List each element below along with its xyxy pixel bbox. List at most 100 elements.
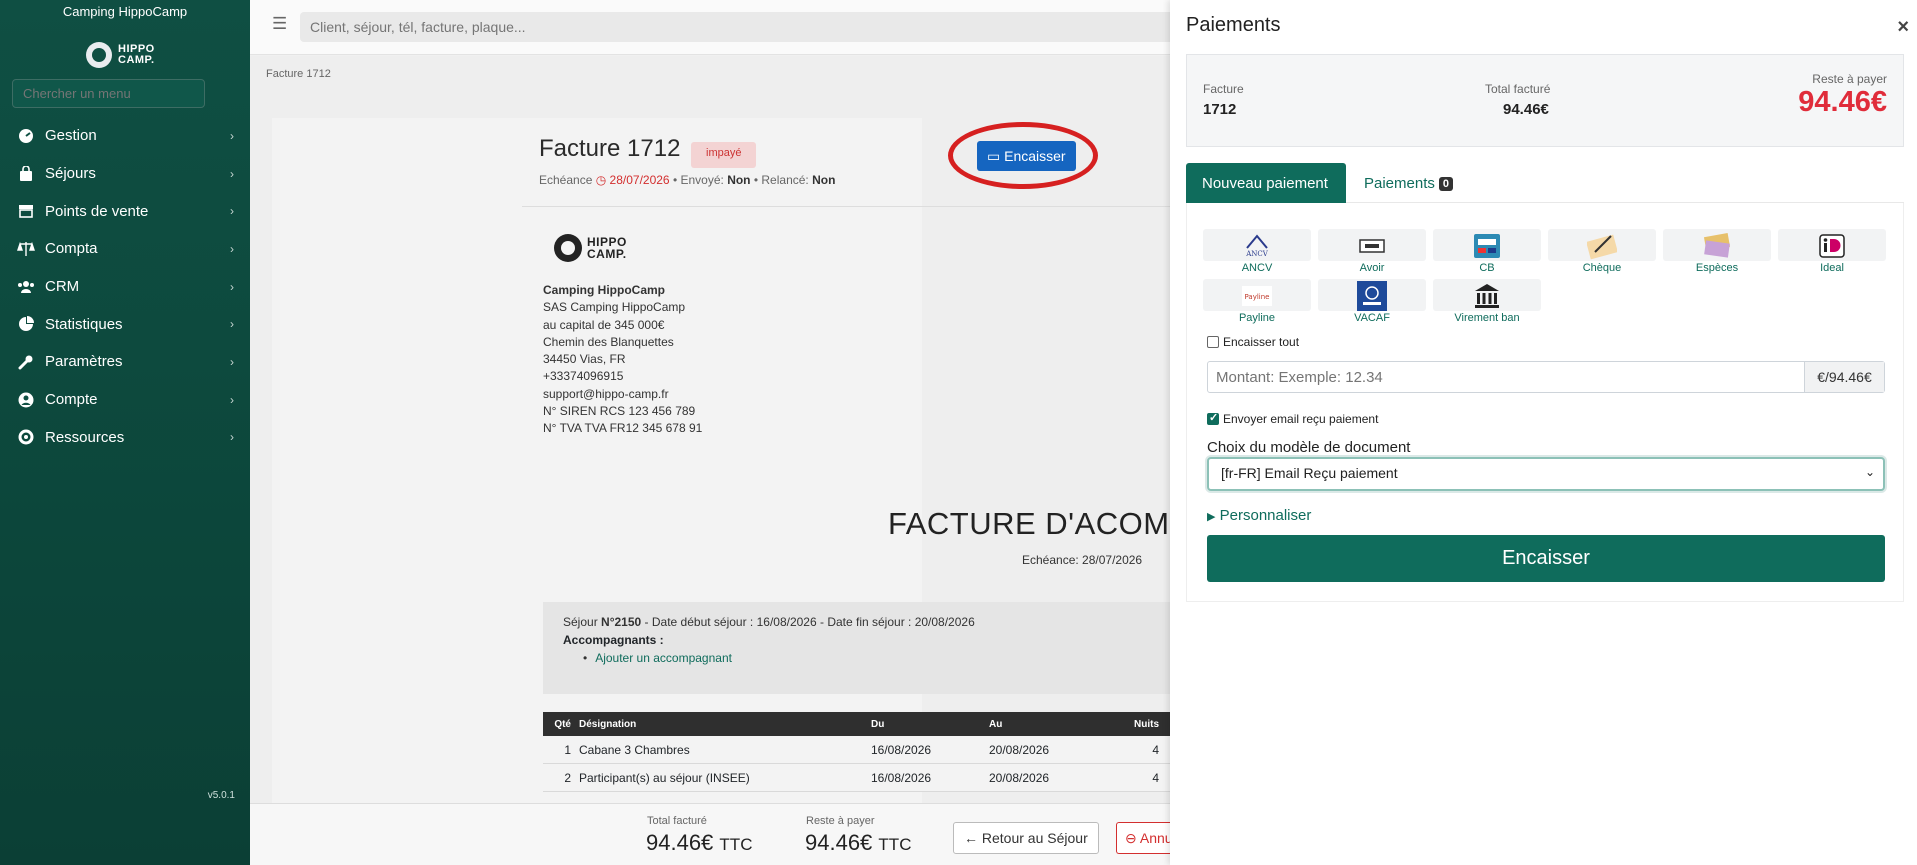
model-select-label: Choix du modèle de document [1207,439,1411,456]
amount-input[interactable] [1208,362,1804,392]
company-line: support@hippo-camp.fr [543,386,669,401]
company-line: SAS Camping HippoCamp [543,300,686,315]
sejour-line: Séjour N°2150 - Date début séjour : 16/0… [563,615,975,629]
envoye-value: Non [727,173,751,187]
sidebar-title: Camping HippoCamp [62,4,188,19]
personnaliser-toggle[interactable]: ▶ Personnaliser [1207,507,1311,524]
sidebar-item-label: Gestion [45,127,97,145]
cell-du: 16/08/2026 [871,770,932,785]
sidebar-item-points-de-vente[interactable]: Points de vente › [0,192,250,230]
chevron-right-icon: › [230,279,234,294]
bag-icon [17,165,35,183]
chevron-right-icon: › [230,430,234,445]
close-icon[interactable]: × [1897,16,1909,39]
method-label: Avoir [1359,262,1385,274]
invoice-table: Qté Désignation Du Au Nuits 1 Cabane 3 C… [543,712,1170,792]
tab-paiements[interactable]: Paiements 0 [1364,175,1453,192]
invoice-document [272,118,922,809]
add-accompagnant-link[interactable]: Ajouter un accompagnant [583,651,732,665]
sidebar-item-label: Compte [45,391,98,409]
global-search-input[interactable] [300,12,1180,42]
cell-au: 20/08/2026 [989,742,1050,757]
table-row: 1 Cabane 3 Chambres 16/08/2026 20/08/202… [543,736,1170,764]
sidebar-item-label: Paramètres [45,353,123,371]
method-label: CB [1479,262,1495,274]
method-cheque[interactable]: Chèque [1548,229,1656,274]
sidebar-item-label: Compta [45,240,98,258]
wrench-icon [17,353,35,371]
echeance-label: Echéance [539,173,593,187]
page-title: Facture 1712 [539,135,681,162]
total-value: 94.46€ TTC [646,830,752,856]
encaisser-tout-row[interactable]: Encaisser tout [1207,335,1299,349]
hamburger-icon[interactable]: ☰ [272,14,287,34]
retour-sejour-label: Retour au Séjour [981,830,1088,846]
sidebar-item-gestion[interactable]: Gestion › [0,117,250,155]
encaisser-tout-checkbox[interactable] [1207,336,1219,348]
hippo-logo-icon [554,234,582,262]
method-label: Ideal [1820,262,1844,274]
payments-panel: Paiements × Facture 1712 Total facturé 9… [1170,0,1917,865]
chevron-right-icon: › [230,166,234,181]
app-version: v5.0.1 [207,790,235,801]
company-line: au capital de 345 000€ [543,317,665,332]
chevron-down-icon: ⌄ [1864,465,1875,479]
method-ancv[interactable]: ANCV ANCV [1203,229,1311,274]
model-select-value: [fr-FR] Email Reçu paiement [1221,465,1398,481]
cell-du: 16/08/2026 [871,742,932,757]
sidebar-item-compte[interactable]: Compte › [0,381,250,419]
total-amount: 94.46€ [646,830,714,855]
cheque-icon [1587,231,1617,261]
payline-logo-icon: Payline [1242,281,1272,311]
relance-label: Relancé: [761,173,809,187]
col-du: Du [871,718,885,730]
company-line: N° TVA TVA FR12 345 678 91 [543,421,703,436]
menu-search-input[interactable] [12,79,205,108]
method-virement[interactable]: Virement ban [1433,279,1541,324]
cell-au: 20/08/2026 [989,770,1050,785]
sidebar: Camping HippoCamp HIPPO CAMP. Gestion › … [0,0,250,865]
topbar: ☰ [250,0,1180,55]
ttc-label: TTC [719,835,753,854]
breadcrumb[interactable]: Facture 1712 [266,68,331,80]
credit-card-icon [1472,231,1502,261]
sejour-number: N°2150 [601,615,642,629]
invoice-footer-bar: Total facturé 94.46€ TTC Reste à payer 9… [250,803,1170,865]
annuler-button[interactable]: ⊖ Annuler [1116,822,1170,854]
sidebar-item-crm[interactable]: CRM › [0,268,250,306]
method-avoir[interactable]: Avoir [1318,229,1426,274]
send-email-row[interactable]: Envoyer email reçu paiement [1207,411,1378,426]
encaisser-tout-label: Encaisser tout [1223,335,1300,349]
method-vacaf[interactable]: VACAF [1318,279,1426,324]
sidebar-item-label: Séjours [45,165,96,183]
sidebar-item-ressources[interactable]: Ressources › [0,419,250,457]
tab-nouveau-paiement[interactable]: Nouveau paiement [1186,163,1346,203]
sidebar-item-parametres[interactable]: Paramètres › [0,343,250,381]
sidebar-item-sejours[interactable]: Séjours › [0,155,250,193]
method-label: ANCV [1241,262,1273,274]
method-payline[interactable]: Payline Payline [1203,279,1311,324]
total-label: Total facturé [647,815,707,827]
chevron-right-icon: › [230,317,234,332]
method-ideal[interactable]: Ideal [1778,229,1886,274]
sidebar-item-compta[interactable]: Compta › [0,230,250,268]
sidebar-logo[interactable]: HIPPO CAMP. [0,40,250,70]
annuler-label: Annuler [1139,829,1170,846]
arrow-left-icon: ← [964,830,982,846]
reste-value: 94.46€ TTC [805,830,911,856]
ttc-label: TTC [878,835,912,854]
company-info: Camping HippoCamp SAS Camping HippoCamp … [543,282,702,438]
method-cb[interactable]: CB [1433,229,1541,274]
relance-value: Non [812,173,836,187]
cell-nuits: 4 [1152,770,1159,785]
model-select[interactable]: [fr-FR] Email Reçu paiement ⌄ [1207,457,1885,491]
encaisser-button[interactable]: Encaisser [1207,535,1885,582]
user-circle-icon [17,391,35,409]
method-especes[interactable]: Espèces [1663,229,1771,274]
payment-summary: Facture 1712 Total facturé 94.46€ Reste … [1186,54,1904,147]
send-email-checkbox[interactable] [1207,411,1219,425]
retour-sejour-button[interactable]: ← Retour au Séjour [953,822,1099,854]
divider [522,206,1170,207]
chevron-right-icon: › [230,354,234,369]
sidebar-item-statistiques[interactable]: Statistiques › [0,305,250,343]
